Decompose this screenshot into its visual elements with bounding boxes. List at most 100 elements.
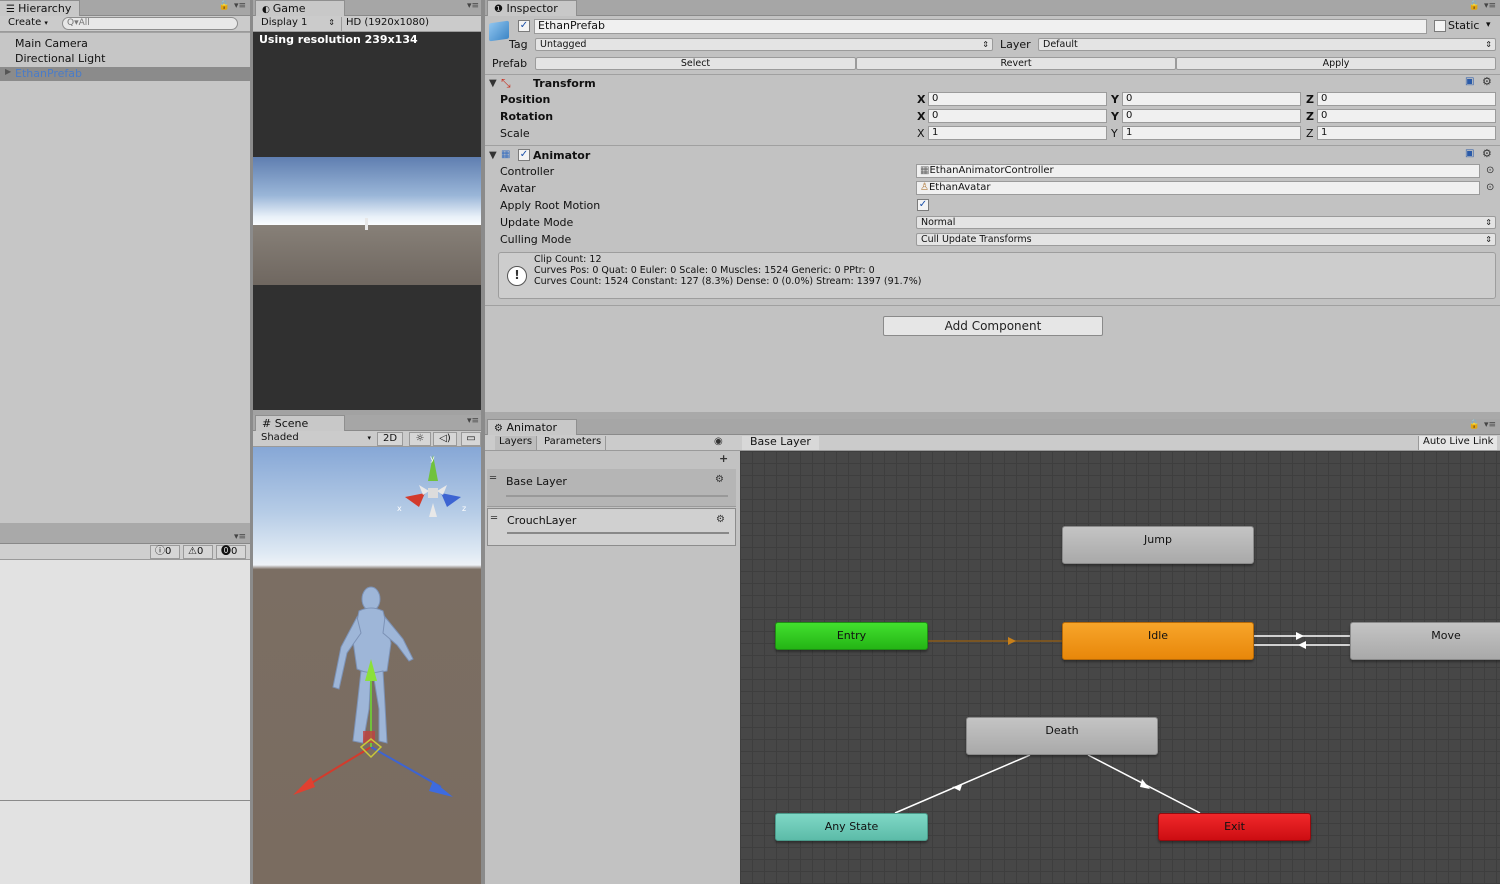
apply-root-motion-checkbox[interactable]: ✓ [917, 199, 929, 211]
position-z-field[interactable]: 0 [1317, 92, 1496, 106]
state-graph[interactable]: Jump Entry Idle Move Death Any State Exi… [740, 451, 1500, 884]
state-node-entry[interactable]: Entry [775, 622, 928, 650]
scale-y-field[interactable]: 1 [1122, 126, 1301, 140]
rotation-z-field[interactable]: 0 [1317, 109, 1496, 123]
eye-icon[interactable]: ◉ [714, 436, 723, 447]
display-dropdown[interactable]: Display 1 ⇕ [257, 17, 337, 31]
hierarchy-item-ethanprefab-row[interactable]: ▶ EthanPrefab [0, 67, 250, 81]
state-node-exit[interactable]: Exit [1158, 813, 1311, 841]
update-mode-dropdown[interactable]: Normal ⇕ [916, 216, 1496, 229]
lighting-toggle[interactable]: ☼ [409, 432, 431, 446]
drag-handle-icon[interactable]: ═ [491, 513, 497, 524]
rotation-y-field[interactable]: 0 [1122, 109, 1301, 123]
object-name-field[interactable]: EthanPrefab [534, 19, 1427, 34]
tab-animator[interactable]: ⚙ Animator [487, 419, 577, 435]
prefab-apply-button[interactable]: Apply [1176, 57, 1496, 70]
add-component-label: Add Component [944, 319, 1042, 333]
effects-toggle[interactable]: ▭ [461, 432, 481, 446]
revert-label: Revert [1000, 58, 1032, 69]
auto-live-link-toggle[interactable]: Auto Live Link [1418, 436, 1498, 450]
2d-toggle[interactable]: 2D [377, 432, 403, 446]
tab-layers[interactable]: Layers [495, 436, 538, 450]
gear-icon[interactable]: ⚙ [1482, 75, 1492, 88]
avatar-field[interactable]: ♙EthanAvatar [916, 181, 1480, 195]
tab-game[interactable]: ◐ Game [255, 0, 345, 16]
orientation-gizmo[interactable] [405, 455, 461, 517]
lock-icon[interactable]: 🔒 [219, 1, 230, 11]
chevron-down-icon[interactable]: ▾ [1486, 20, 1491, 30]
hierarchy-search-input[interactable]: Q▾All [62, 17, 238, 30]
console-info-toggle[interactable]: ⓘ0 [150, 545, 180, 559]
shading-dropdown[interactable]: Shaded ▾ [257, 432, 373, 446]
help-book-icon[interactable]: ▣ [1465, 76, 1474, 87]
create-button[interactable]: Create ▾ [4, 17, 52, 31]
console-menu-icon[interactable]: ▾≡ [234, 532, 246, 542]
layer-item-crouch[interactable]: ═ CrouchLayer ⚙ [487, 508, 736, 546]
console-warn-toggle[interactable]: ⚠0 [183, 545, 213, 559]
gear-icon[interactable]: ⚙ [716, 514, 725, 525]
help-book-icon[interactable]: ▣ [1465, 148, 1474, 159]
tab-menu-icon[interactable]: ▾≡ [467, 1, 479, 11]
rotation-x-label: X [917, 110, 926, 123]
tag-dropdown[interactable]: Untagged ⇕ [535, 38, 993, 51]
position-z-label: Z [1306, 93, 1314, 106]
position-x-field[interactable]: 0 [928, 92, 1107, 106]
error-count: 0 [231, 546, 238, 557]
active-checkbox[interactable]: ✓ [518, 20, 530, 32]
foldout-arrow-icon[interactable]: ▼ [489, 150, 497, 161]
game-view[interactable]: Using resolution 239x134 [253, 32, 481, 410]
audio-toggle[interactable]: ◁) [433, 432, 457, 446]
object-picker-icon[interactable]: ⊙ [1486, 182, 1494, 193]
rotation-x-field[interactable]: 0 [928, 109, 1107, 123]
hierarchy-item-directional-light[interactable]: Directional Light [15, 52, 105, 65]
warning-icon: ⚠ [188, 546, 197, 557]
add-component-button[interactable]: Add Component [883, 316, 1103, 336]
object-picker-icon[interactable]: ⊙ [1486, 165, 1494, 176]
image-icon: ▭ [466, 433, 476, 444]
resolution-dropdown[interactable]: HD (1920x1080) [341, 17, 441, 31]
breadcrumb-base-layer[interactable]: Base Layer [742, 436, 819, 450]
gear-icon[interactable]: ⚙ [715, 474, 724, 485]
tab-menu-icon[interactable]: ▾≡ [467, 416, 479, 426]
scale-x-label: X [917, 127, 925, 140]
add-layer-icon[interactable]: + [719, 452, 728, 465]
lock-icon[interactable]: 🔒 [1469, 1, 1480, 11]
expand-arrow-icon[interactable]: ▶ [5, 67, 11, 76]
scale-z-field[interactable]: 1 [1317, 126, 1496, 140]
layer-dropdown[interactable]: Default ⇕ [1038, 38, 1496, 51]
state-node-jump[interactable]: Jump [1062, 526, 1254, 564]
tab-inspector[interactable]: ❶ Inspector [487, 0, 577, 16]
state-node-any-state[interactable]: Any State [775, 813, 928, 841]
foldout-arrow-icon[interactable]: ▼ [489, 78, 497, 89]
drag-handle-icon[interactable]: ═ [490, 473, 496, 484]
prefab-select-button[interactable]: Select [535, 57, 856, 70]
sun-icon: ☼ [415, 433, 425, 444]
prefab-revert-button[interactable]: Revert [856, 57, 1176, 70]
lock-icon[interactable]: 🔒 [1469, 420, 1480, 430]
position-y-field[interactable]: 0 [1122, 92, 1301, 106]
tab-menu-icon[interactable]: ▾≡ [1484, 1, 1496, 11]
state-node-idle-label: Idle [1147, 629, 1169, 642]
hierarchy-item-main-camera[interactable]: Main Camera [15, 37, 88, 50]
update-mode-label: Update Mode [500, 216, 574, 229]
tab-scene[interactable]: # Scene [255, 415, 345, 431]
inspector-panel: ✓ EthanPrefab Static ▾ Tag Untagged ⇕ Lay… [485, 16, 1500, 412]
scene-view[interactable]: y x z [253, 447, 481, 884]
tab-menu-icon[interactable]: ▾≡ [1484, 420, 1496, 430]
resolution-label: HD (1920x1080) [346, 17, 430, 28]
state-node-move[interactable]: Move [1350, 622, 1500, 660]
state-node-idle[interactable]: Idle [1062, 622, 1254, 660]
console-error-toggle[interactable]: ⓿0 [216, 545, 246, 559]
tab-parameters[interactable]: Parameters [540, 436, 607, 450]
auto-live-link-label: Auto Live Link [1423, 436, 1494, 447]
layer-item-base[interactable]: ═ Base Layer ⚙ [487, 469, 736, 507]
static-checkbox[interactable] [1434, 20, 1446, 32]
scale-x-field[interactable]: 1 [928, 126, 1107, 140]
animator-enabled-checkbox[interactable]: ✓ [518, 149, 530, 161]
culling-mode-dropdown[interactable]: Cull Update Transforms ⇕ [916, 233, 1496, 246]
gear-icon[interactable]: ⚙ [1482, 147, 1492, 160]
state-node-death[interactable]: Death [966, 717, 1158, 755]
tab-menu-icon[interactable]: ▾≡ [234, 1, 246, 11]
controller-field[interactable]: ▦EthanAnimatorController [916, 164, 1480, 178]
tab-hierarchy[interactable]: ☰ Hierarchy [0, 0, 80, 16]
